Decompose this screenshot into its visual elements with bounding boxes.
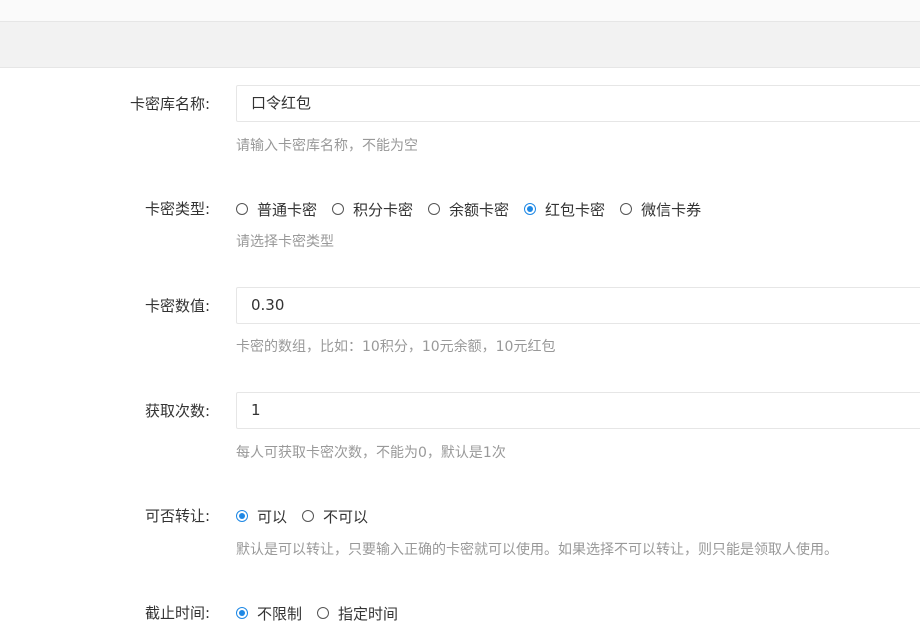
times-input[interactable]: 1 — [236, 392, 920, 429]
radio-checked-icon — [236, 510, 248, 522]
transfer-option-label: 不可以 — [323, 507, 369, 526]
top-bar — [0, 0, 920, 22]
radio-unchecked-icon — [236, 203, 248, 215]
transfer-label: 可否转让: — [144, 507, 210, 525]
transfer-radio-group: 可以 不可以 — [236, 506, 383, 526]
name-label: 卡密库名称: — [129, 95, 210, 113]
name-help: 请输入卡密库名称，不能为空 — [236, 138, 418, 154]
type-radio-group: 普通卡密 积分卡密 余额卡密 红包卡密 微信卡券 — [236, 199, 716, 219]
value-input[interactable]: 0.30 — [236, 287, 920, 324]
radio-unchecked-icon — [428, 203, 441, 215]
value-help: 卡密的数组，比如：10积分，10元余额，10元红包 — [236, 339, 556, 355]
radio-unchecked-icon — [332, 203, 345, 215]
transfer-option-no[interactable]: 不可以 — [302, 506, 368, 527]
deadline-option-label: 指定时间 — [338, 604, 399, 623]
radio-unchecked-icon — [620, 203, 633, 215]
transfer-option-label: 可以 — [257, 507, 288, 526]
type-option-label: 余额卡密 — [449, 200, 510, 219]
type-option-points[interactable]: 积分卡密 — [332, 199, 413, 220]
toolbar-area — [0, 22, 920, 68]
times-label: 获取次数: — [144, 402, 210, 420]
radio-checked-icon — [524, 203, 537, 215]
type-option-redpacket[interactable]: 红包卡密 — [524, 199, 605, 220]
type-option-label: 积分卡密 — [353, 200, 414, 219]
type-label: 卡密类型: — [144, 200, 210, 218]
deadline-label: 截止时间: — [144, 604, 210, 622]
transfer-help: 默认是可以转让，只要输入正确的卡密就可以使用。如果选择不可以转让，则只能是领取人… — [236, 542, 838, 558]
radio-checked-icon — [236, 607, 248, 619]
type-option-label: 微信卡券 — [641, 200, 702, 219]
type-option-balance[interactable]: 余额卡密 — [428, 199, 509, 220]
deadline-radio-group: 不限制 指定时间 — [236, 603, 413, 623]
deadline-option-specified[interactable]: 指定时间 — [317, 603, 398, 624]
radio-unchecked-icon — [302, 510, 315, 522]
deadline-option-label: 不限制 — [257, 604, 303, 623]
deadline-option-unlimited[interactable]: 不限制 — [236, 603, 302, 624]
name-input[interactable]: 口令红包 — [236, 85, 920, 122]
type-option-wechat-coupon[interactable]: 微信卡券 — [620, 199, 701, 220]
radio-unchecked-icon — [317, 607, 330, 619]
value-label: 卡密数值: — [144, 297, 210, 315]
type-option-normal[interactable]: 普通卡密 — [236, 199, 317, 220]
type-help: 请选择卡密类型 — [236, 234, 334, 250]
transfer-option-yes[interactable]: 可以 — [236, 506, 287, 527]
type-option-label: 普通卡密 — [257, 200, 318, 219]
type-option-label: 红包卡密 — [545, 200, 606, 219]
times-help: 每人可获取卡密次数，不能为0，默认是1次 — [236, 445, 506, 461]
